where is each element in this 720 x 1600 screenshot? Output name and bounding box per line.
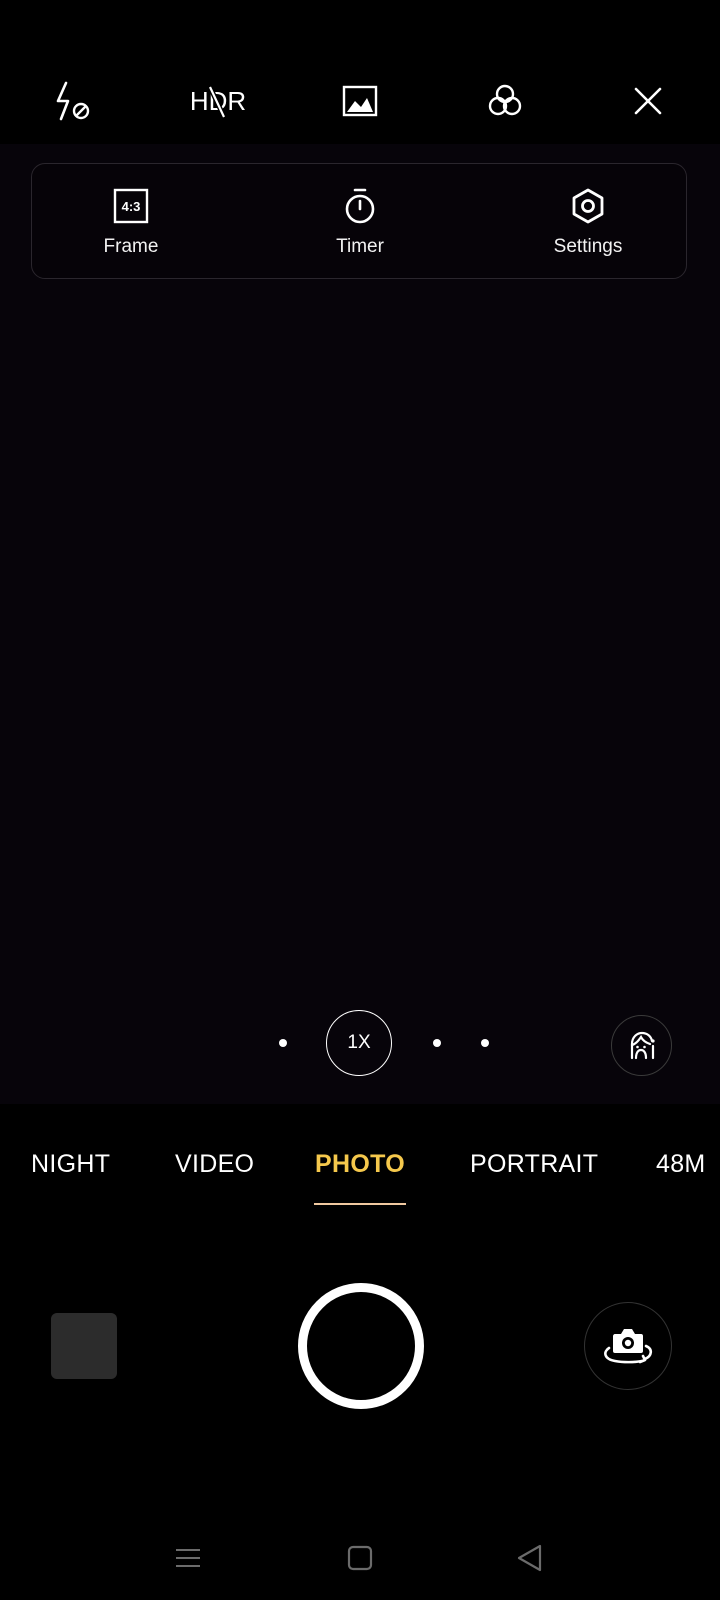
close-icon[interactable] xyxy=(623,76,673,126)
timer-label: Timer xyxy=(336,236,384,257)
active-mode-indicator xyxy=(314,1203,406,1205)
filter-icon[interactable] xyxy=(480,76,530,126)
gallery-thumbnail[interactable] xyxy=(51,1313,117,1379)
flash-off-icon[interactable] xyxy=(46,76,96,126)
mode-night[interactable]: NIGHT xyxy=(31,1150,110,1179)
beauty-mode-button[interactable] xyxy=(611,1015,672,1076)
switch-camera-icon xyxy=(604,1329,653,1364)
aspect-ratio-icon: 4:3 xyxy=(111,186,151,226)
settings-icon xyxy=(568,186,608,226)
beauty-face-icon xyxy=(630,1031,655,1059)
aspect-ratio-text: 4:3 xyxy=(122,199,141,214)
top-toolbar: HDR xyxy=(0,0,720,144)
zoom-level-button[interactable]: 1X xyxy=(326,1010,392,1076)
frame-label: Frame xyxy=(103,236,159,257)
quick-settings-panel: 4:3 Frame Timer Settings xyxy=(31,163,687,279)
mode-48m[interactable]: 48M xyxy=(656,1150,706,1179)
menu-icon[interactable] xyxy=(166,1540,210,1576)
mode-video[interactable]: VIDEO xyxy=(175,1150,254,1179)
timer-button[interactable]: Timer xyxy=(290,186,430,266)
camera-viewfinder[interactable] xyxy=(0,144,720,1104)
back-icon[interactable] xyxy=(508,1540,552,1576)
mode-photo[interactable]: PHOTO xyxy=(315,1150,405,1179)
settings-button[interactable]: Settings xyxy=(518,186,658,266)
gallery-image-icon[interactable] xyxy=(335,76,385,126)
shutter-button[interactable] xyxy=(298,1283,424,1409)
zoom-option-dot[interactable] xyxy=(433,1039,441,1047)
timer-icon xyxy=(340,186,380,226)
hdr-off-icon[interactable]: HDR xyxy=(188,76,248,126)
settings-label: Settings xyxy=(553,236,623,257)
frame-button[interactable]: 4:3 Frame xyxy=(61,186,201,266)
switch-camera-button[interactable] xyxy=(584,1302,672,1390)
mode-portrait[interactable]: PORTRAIT xyxy=(470,1150,598,1179)
zoom-option-dot[interactable] xyxy=(279,1039,287,1047)
zoom-option-dot[interactable] xyxy=(481,1039,489,1047)
home-icon[interactable] xyxy=(338,1540,382,1576)
